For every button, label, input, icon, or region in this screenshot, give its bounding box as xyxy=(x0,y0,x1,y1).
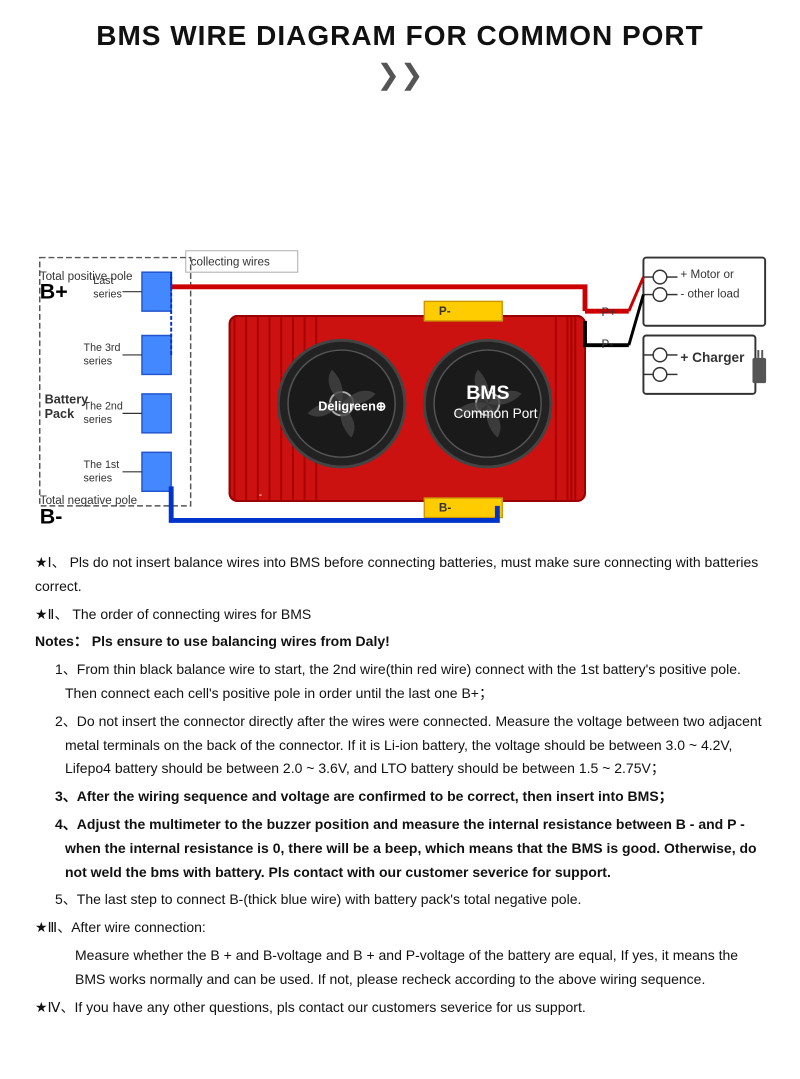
star2-text: ★Ⅱ、 The order of connecting wires for BM… xyxy=(35,603,765,627)
star4-text: ★Ⅳ、If you have any other questions, pls … xyxy=(35,996,765,1020)
svg-text:The 3rd: The 3rd xyxy=(84,342,121,354)
item2-text: 2、Do not insert the connector directly a… xyxy=(55,710,765,781)
item1-text: 1、From thin black balance wire to start,… xyxy=(55,658,765,706)
svg-text:Common Port: Common Port xyxy=(454,406,538,421)
svg-text:Pack: Pack xyxy=(45,407,75,421)
svg-text:BMS: BMS xyxy=(466,382,509,404)
chevron-icon: ❯❯ xyxy=(30,58,770,91)
svg-text:+ Motor or: + Motor or xyxy=(680,268,734,281)
svg-text:P+: P+ xyxy=(602,306,617,319)
page-title: BMS WIRE DIAGRAM FOR COMMON PORT xyxy=(30,20,770,52)
svg-text:P-: P- xyxy=(602,338,614,351)
svg-text:-: - xyxy=(259,490,262,501)
item4-text: 4、Adjust the multimeter to the buzzer po… xyxy=(55,813,765,884)
svg-text:Battery: Battery xyxy=(45,393,89,407)
item5-text: 5、The last step to connect B-(thick blue… xyxy=(55,888,765,912)
svg-text:The 1st: The 1st xyxy=(84,459,120,471)
svg-text:series: series xyxy=(84,356,113,368)
svg-text:series: series xyxy=(84,473,113,485)
star3-title: ★Ⅲ、After wire connection: xyxy=(35,916,765,940)
notes-label: Notes： xyxy=(35,633,88,649)
instructions-section: ★Ⅰ、 Pls do not insert balance wires into… xyxy=(30,551,770,1019)
svg-text:collecting wires: collecting wires xyxy=(191,255,270,268)
star3-body: Measure whether the B + and B-voltage an… xyxy=(75,944,765,992)
svg-text:B-: B- xyxy=(40,504,63,528)
bms-diagram: collecting wires Battery Pack Last serie… xyxy=(30,101,770,531)
svg-text:Deligreen⊕: Deligreen⊕ xyxy=(318,399,386,413)
svg-text:+ Charger: + Charger xyxy=(680,350,745,365)
svg-text:B+: B+ xyxy=(40,279,68,303)
svg-text:B-: B- xyxy=(439,502,451,515)
item3-text: 3、After the wiring sequence and voltage … xyxy=(55,785,765,809)
svg-text:The 2nd: The 2nd xyxy=(84,400,123,412)
notes-text: Notes： Pls ensure to use balancing wires… xyxy=(35,630,765,654)
svg-text:series: series xyxy=(84,414,113,426)
svg-text:series: series xyxy=(93,289,122,301)
star1-text: ★Ⅰ、 Pls do not insert balance wires into… xyxy=(35,551,765,599)
notes-bold: Pls ensure to use balancing wires from D… xyxy=(92,633,390,649)
svg-text:- other load: - other load xyxy=(680,288,739,301)
svg-text:P-: P- xyxy=(439,305,451,318)
